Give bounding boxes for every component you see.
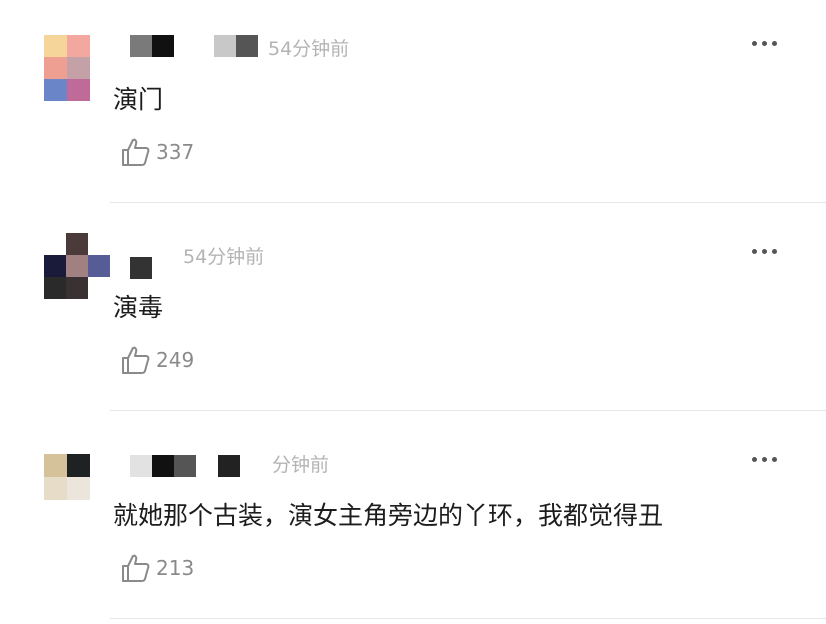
divider [110,202,826,203]
username-redacted[interactable] [130,34,258,58]
username-redacted[interactable] [130,256,152,280]
comment-text: 演毒 [113,293,164,322]
comment-text: 就她那个古装，演女主角旁边的丫环，我都觉得丑 [113,501,664,530]
thumbs-up-icon [122,554,150,582]
comment-item: 54分钟前 演毒 249 [0,208,826,416]
avatar[interactable] [44,35,90,101]
comment-item: 54分钟前 演门 337 [0,0,826,208]
like-count: 337 [156,140,195,164]
like-count: 213 [156,556,195,580]
thumbs-up-icon [122,346,150,374]
more-options-button[interactable] [752,249,777,254]
comment-item: 分钟前 就她那个古装，演女主角旁边的丫环，我都觉得丑 213 [0,416,826,624]
more-dots-icon [752,249,757,254]
like-button[interactable]: 213 [120,553,194,583]
thumbs-up-icon [122,138,150,166]
more-options-button[interactable] [752,41,777,46]
comment-time: 分钟前 [272,454,330,476]
comment-text: 演门 [113,85,164,114]
like-count: 249 [156,348,195,372]
like-button[interactable]: 249 [120,345,194,375]
username-redacted[interactable] [130,454,240,478]
avatar[interactable] [44,454,90,500]
divider [110,410,826,411]
divider [110,618,826,619]
comment-time: 54分钟前 [268,38,350,60]
more-dots-icon [752,41,757,46]
more-dots-icon [752,457,757,462]
like-button[interactable]: 337 [120,137,194,167]
avatar[interactable] [44,233,110,299]
more-options-button[interactable] [752,457,777,462]
comment-time: 54分钟前 [183,246,265,268]
